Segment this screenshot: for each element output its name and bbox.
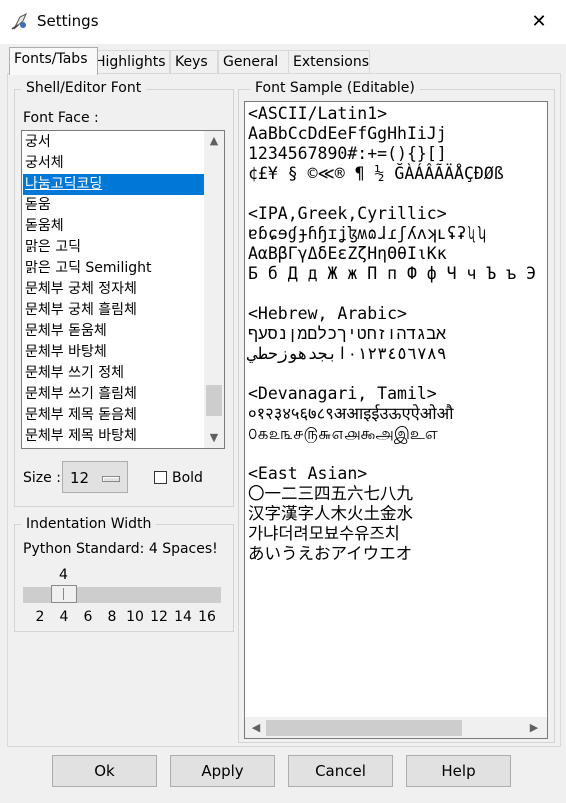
size-label: Size : <box>23 470 61 486</box>
bold-label[interactable]: Bold <box>172 470 203 486</box>
sample-line: ¢£¥ § ©≪® ¶ ½ ĞÀÁÂÃÄÅÇÐØß <box>248 164 504 183</box>
sample-line: 1234567890#:+=(){}[] <box>248 144 447 163</box>
font-list-item[interactable]: 맑은 고딕 <box>23 237 205 258</box>
tab-extensions[interactable]: Extensions <box>288 50 370 73</box>
slider-tick-label: 4 <box>59 609 69 625</box>
font-sample-text-area[interactable]: <ASCII/Latin1> AaBbCcDdEeFfGgHhIiJj 1234… <box>244 101 548 719</box>
sample-line: 〇一二三四五六七八九 <box>248 484 413 503</box>
cancel-button[interactable]: Cancel <box>288 755 393 787</box>
sample-line: <East Asian> <box>248 464 368 483</box>
font-list-item[interactable]: 맑은 고딕 Semilight <box>23 258 205 279</box>
indentation-group-title: Indentation Width <box>21 516 157 532</box>
slider-tick-label: 10 <box>126 609 144 625</box>
sample-line: AaBbCcDdEeFfGgHhIiJj <box>248 124 447 143</box>
window-title: Settings <box>37 12 99 30</box>
option-menu-indicator-icon <box>102 476 120 482</box>
sample-line: ௦௧௨௩௪௫௬௭௮௯அஇஉஎ <box>248 424 438 443</box>
sample-line: 가냐더려모뵤수유즈치 <box>248 524 400 543</box>
sample-line: Б б Д д Ж ж П п Ф ф Ч ч Ъ ъ Э <box>248 264 537 283</box>
scroll-up-icon[interactable]: ▲ <box>204 134 224 147</box>
font-list-item[interactable]: 돋움 <box>23 195 205 216</box>
help-button[interactable]: Help <box>406 755 511 787</box>
feather-app-icon <box>11 12 27 30</box>
tab-general[interactable]: General <box>218 50 290 73</box>
slider-tick-label: 2 <box>35 609 45 625</box>
tab-fonts-tabs[interactable]: Fonts/Tabs <box>9 47 98 75</box>
font-group-title: Shell/Editor Font <box>21 80 147 96</box>
font-list-item[interactable]: 문체부 제목 돋음체 <box>23 405 205 426</box>
font-list-item[interactable]: 문체부 바탕체 <box>23 342 205 363</box>
slider-tick-label: 14 <box>174 609 192 625</box>
indentation-slider-value: 4 <box>59 567 68 583</box>
ok-button[interactable]: Ok <box>52 755 157 787</box>
scroll-left-icon[interactable]: ◀ <box>246 721 266 734</box>
font-list-item[interactable]: 문체부 궁체 정자체 <box>23 279 205 300</box>
slider-tick-label: 12 <box>150 609 168 625</box>
close-icon[interactable]: ✕ <box>520 8 558 36</box>
font-face-label: Font Face : <box>23 110 99 126</box>
bold-checkbox[interactable] <box>154 471 167 484</box>
sample-line: <IPA,Greek,Cyrillic> <box>248 204 447 223</box>
font-list-item[interactable]: 궁서 <box>23 132 205 153</box>
scroll-right-icon[interactable]: ▶ <box>524 721 544 734</box>
font-list-item[interactable]: 궁서체 <box>23 153 205 174</box>
slider-tick-label: 16 <box>198 609 216 625</box>
font-list-item[interactable]: 문체부 궁체 흘림체 <box>23 300 205 321</box>
sample-line: あいうえおアイウエオ <box>248 544 413 563</box>
font-list-item[interactable]: 문체부 쓰기 흘림체 <box>23 384 205 405</box>
font-list-item[interactable]: 문체부 쓰기 정체 <box>23 363 205 384</box>
font-sample-group-title: Font Sample (Editable) <box>250 80 420 96</box>
tab-highlights[interactable]: Highlights <box>90 50 170 73</box>
sample-line: ०१२३४५६७८९अआइईउऊएऐओऔ <box>248 404 454 423</box>
font-list-item[interactable]: 문체부 제목 바탕체 <box>23 426 205 447</box>
font-face-listbox[interactable]: 궁서 궁서체 나눔고딕코딩 돋움 돋움체 맑은 고딕 맑은 고딕 Semilig… <box>21 130 206 449</box>
font-list-item[interactable]: 돋움체 <box>23 216 205 237</box>
sample-line: 汉字漢字人木火土金水 <box>248 504 413 523</box>
font-list-scroll-thumb[interactable] <box>206 385 222 416</box>
sample-scroll-thumb[interactable] <box>266 720 462 736</box>
indentation-description: Python Standard: 4 Spaces! <box>23 541 218 557</box>
sample-line: ٠١٢٣٤٥٦٧٨٩ابجدهوزحطي <box>248 344 447 363</box>
scroll-down-icon[interactable]: ▼ <box>204 431 224 444</box>
tab-keys[interactable]: Keys <box>170 50 218 73</box>
font-list-item-selected[interactable]: 나눔고딕코딩 <box>23 174 205 195</box>
slider-tick-label: 6 <box>83 609 93 625</box>
sample-line: ΑαΒβΓγΔδΕεΖζΗηΘθΙιΚκ <box>248 244 447 263</box>
font-size-value: 12 <box>70 469 90 487</box>
sample-line: <Hebrew, Arabic> <box>248 304 407 323</box>
indentation-slider-handle[interactable] <box>51 585 77 603</box>
sample-line: <ASCII/Latin1> <box>248 104 388 123</box>
apply-button[interactable]: Apply <box>170 755 275 787</box>
sample-line: ɐɓɕɘɠɟɦɧɪʝɮʍɷɺɾʃʎʌʞʟʢʡʯʮ <box>248 224 487 243</box>
sample-line: <Devanagari, Tamil> <box>248 384 437 403</box>
font-list-item[interactable]: 문체부 돋움체 <box>23 321 205 342</box>
sample-line: אבגדהוזחטיךכלםמןנסעף <box>248 324 447 343</box>
